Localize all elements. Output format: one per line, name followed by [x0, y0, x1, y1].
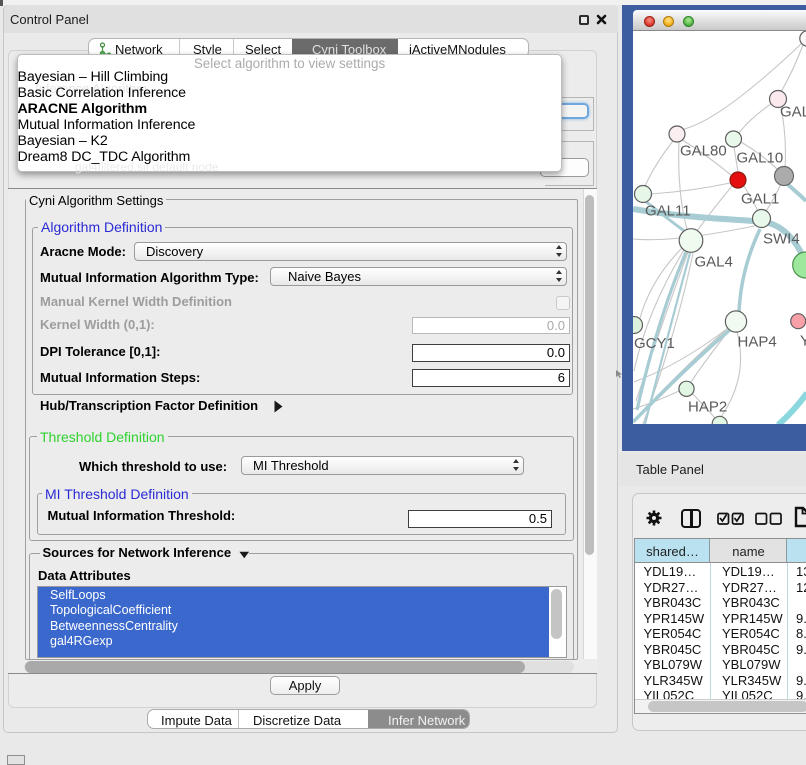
- svg-text:HAP4: HAP4: [738, 333, 777, 350]
- svg-text:SWI4: SWI4: [763, 231, 800, 248]
- svg-text:HAP2: HAP2: [688, 399, 727, 416]
- svg-text:GAL10: GAL10: [737, 149, 784, 166]
- svg-text:GCY1: GCY1: [634, 335, 675, 352]
- svg-text:GAL1: GAL1: [741, 191, 779, 208]
- svg-text:GAL7: GAL7: [780, 104, 806, 121]
- svg-text:GAL11: GAL11: [645, 203, 691, 220]
- svg-text:GAL4: GAL4: [695, 254, 733, 271]
- svg-text:Y: Y: [800, 333, 806, 350]
- svg-text:GAL80: GAL80: [680, 143, 727, 160]
